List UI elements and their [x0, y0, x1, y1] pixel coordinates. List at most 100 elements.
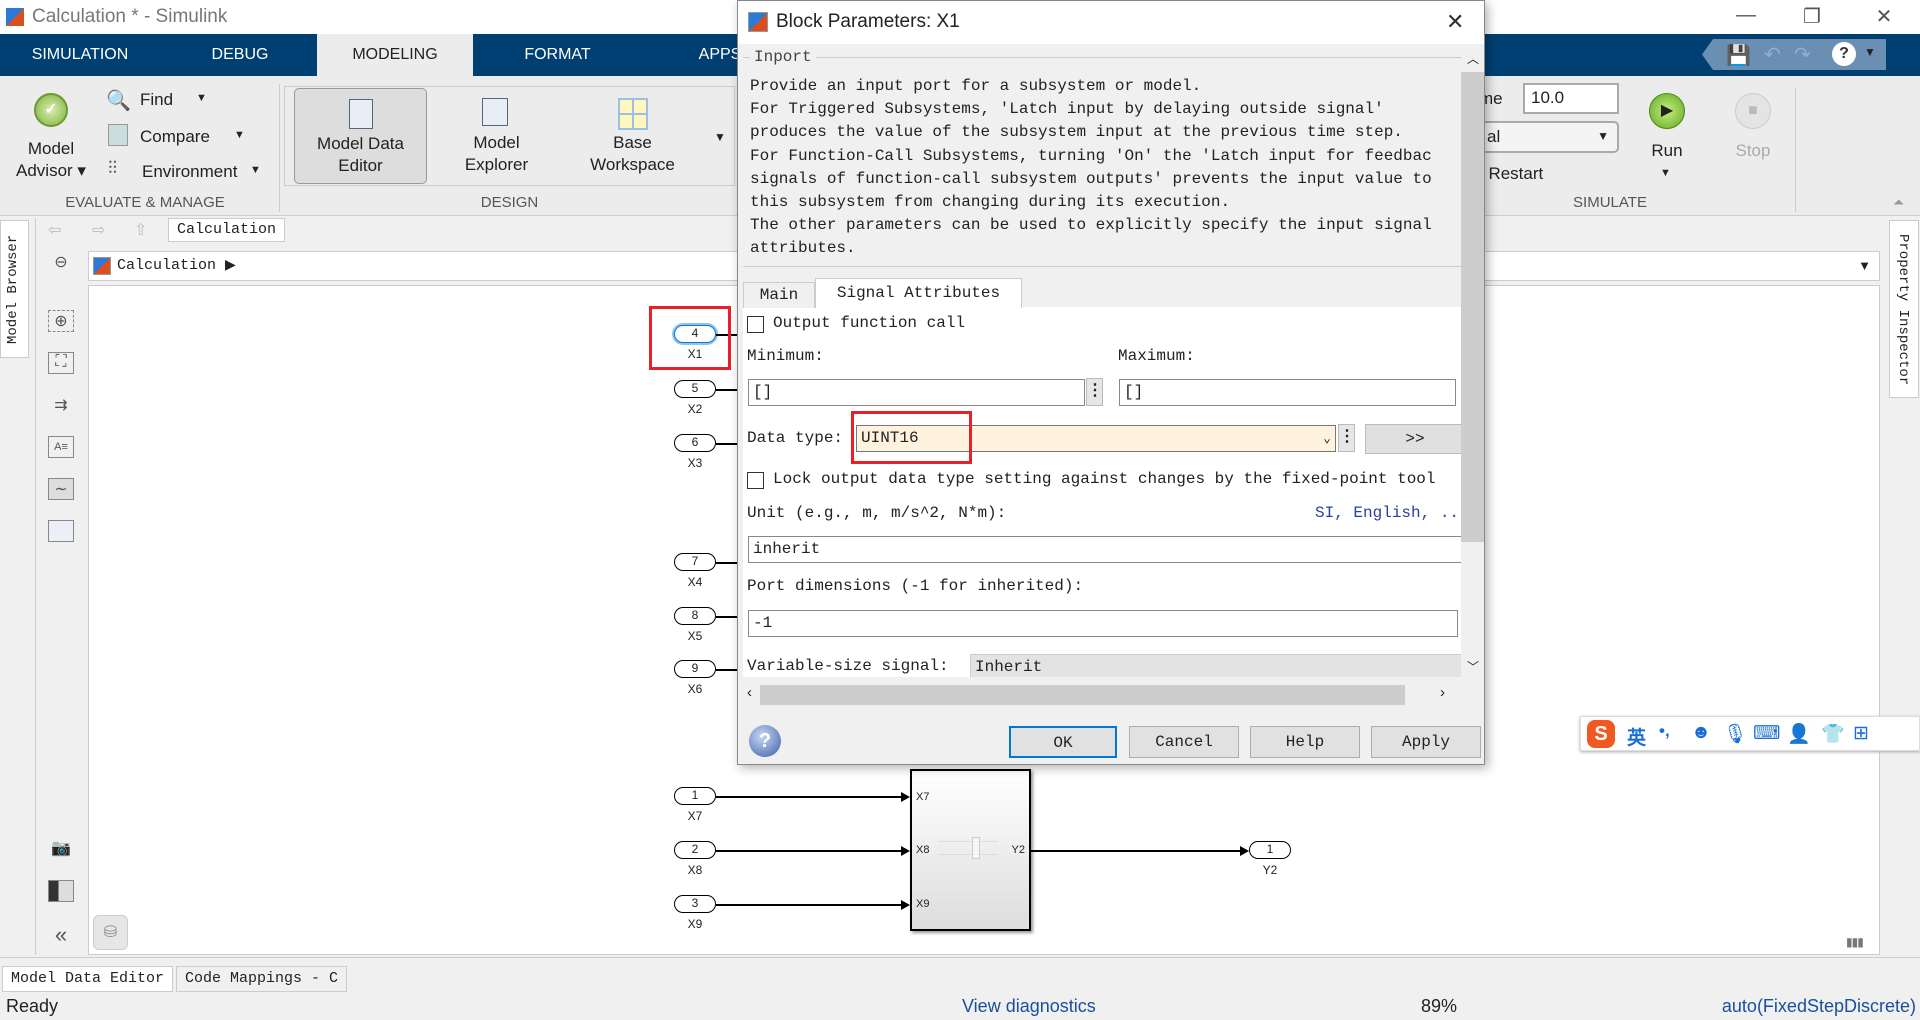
vertical-scrollbar-thumb[interactable] — [1461, 72, 1484, 542]
tab-code-mappings[interactable]: Code Mappings - C — [176, 966, 348, 992]
outport-y2[interactable]: 1 — [1249, 841, 1291, 859]
show-data-type-assistant-button[interactable]: >> — [1365, 424, 1461, 454]
collapse-ribbon-icon[interactable]: ⏶ — [1893, 194, 1904, 211]
tab-main[interactable]: Main — [743, 282, 815, 308]
tab-simulation[interactable]: SIMULATION — [20, 34, 140, 76]
subsystem-block[interactable]: X7 X8 X9 Y2 — [910, 769, 1031, 931]
help-icon[interactable]: ? — [1832, 42, 1856, 66]
environment-button[interactable]: Environment — [142, 161, 237, 183]
chevron-down-icon[interactable]: ▼ — [1864, 45, 1876, 59]
stop-button[interactable]: Stop — [1728, 140, 1778, 162]
model-tab-calculation[interactable]: Calculation — [168, 218, 286, 242]
apply-button[interactable]: Apply — [1371, 726, 1481, 758]
tab-debug[interactable]: DEBUG — [200, 34, 280, 76]
collapse-toolbar-icon[interactable]: « — [48, 922, 74, 947]
inport-x5[interactable]: 8 — [674, 607, 716, 625]
find-button[interactable]: Find — [140, 89, 173, 111]
close-button[interactable]: ✕ — [1864, 4, 1904, 29]
base-workspace-button[interactable]: Base Workspace — [566, 88, 699, 184]
route-lines-icon[interactable]: ⇉ — [48, 395, 74, 417]
vertical-scrollbar[interactable]: ︿ ﹀ — [1461, 48, 1484, 678]
tab-format[interactable]: FORMAT — [510, 34, 605, 76]
chevron-down-icon[interactable]: ▼ — [250, 164, 261, 176]
breadcrumb-calculation[interactable]: Calculation — [117, 257, 216, 274]
inport-x9[interactable]: 3 — [674, 895, 716, 913]
tab-modeling[interactable]: MODELING — [317, 34, 473, 76]
inport-x2[interactable]: 5 — [674, 380, 716, 398]
model-advisor-button[interactable]: Model Advisor ▾ — [10, 138, 92, 182]
emoji-icon[interactable]: ☻ — [1691, 722, 1711, 744]
model-advisor-icon[interactable]: ✓ — [34, 93, 68, 127]
scroll-right-icon[interactable]: › — [1440, 684, 1445, 701]
scroll-left-icon[interactable]: ‹ — [747, 684, 752, 701]
up-icon[interactable]: ⇧ — [134, 220, 147, 240]
ok-button[interactable]: OK — [1009, 726, 1117, 758]
chevron-down-icon[interactable]: ▼ — [196, 92, 207, 104]
tab-model-data-editor[interactable]: Model Data Editor — [2, 966, 174, 992]
property-inspector-tab[interactable]: Property Inspector — [1889, 220, 1919, 398]
fit-to-view-icon[interactable]: ⛶ — [48, 352, 74, 374]
back-icon[interactable]: ⇦ — [48, 220, 61, 240]
variable-size-dropdown[interactable]: Inherit — [970, 654, 1461, 677]
run-button[interactable]: Run — [1649, 140, 1685, 162]
zoom-in-icon[interactable]: ⊕ — [48, 310, 74, 332]
inport-x3[interactable]: 6 — [674, 434, 716, 452]
signal-line[interactable] — [716, 850, 901, 852]
tab-signal-attributes[interactable]: Signal Attributes — [815, 278, 1022, 308]
data-type-menu-button[interactable]: ⋮ — [1338, 424, 1355, 452]
microphone-icon[interactable]: 🎙 — [1723, 722, 1747, 746]
minimum-menu-button[interactable]: ⋮ — [1086, 378, 1103, 406]
signal-line[interactable] — [716, 796, 901, 798]
port-dimensions-input[interactable]: -1 — [748, 610, 1458, 637]
maximize-button[interactable]: ❐ — [1792, 4, 1832, 29]
horizontal-scrollbar[interactable]: ‹ › — [743, 681, 1461, 707]
inport-x8[interactable]: 2 — [674, 841, 716, 859]
maximum-input[interactable]: [] — [1119, 379, 1456, 406]
ime-punctuation-toggle[interactable]: •, — [1659, 721, 1670, 741]
horizontal-scrollbar-thumb[interactable] — [760, 685, 1405, 705]
sogou-logo-icon[interactable]: S — [1587, 720, 1615, 748]
model-browser-tab[interactable]: Model Browser — [0, 220, 29, 358]
toolbox-icon[interactable]: ⊞ — [1853, 722, 1869, 745]
skin-icon[interactable]: 👕 — [1821, 722, 1845, 746]
keyboard-icon[interactable]: ⌨ — [1753, 722, 1780, 745]
help-icon[interactable]: ? — [749, 725, 781, 757]
forward-icon[interactable]: ⇨ — [92, 220, 105, 240]
redo-icon[interactable]: ↷ — [1794, 42, 1811, 67]
inport-x4[interactable]: 7 — [674, 553, 716, 571]
minimum-input[interactable]: [] — [748, 379, 1085, 406]
lock-data-type-checkbox[interactable] — [747, 472, 764, 489]
unit-input[interactable]: inherit — [748, 536, 1461, 563]
cancel-button[interactable]: Cancel — [1129, 726, 1239, 758]
user-icon[interactable]: 👤 — [1787, 722, 1811, 746]
help-button[interactable]: Help — [1250, 726, 1360, 758]
camera-icon[interactable]: 📷 — [48, 838, 74, 860]
compare-button[interactable]: Compare — [140, 126, 210, 148]
signal-line[interactable] — [1031, 850, 1240, 852]
resize-grip-icon[interactable]: ▮▮▮ — [1846, 935, 1864, 949]
area-icon[interactable] — [48, 520, 74, 542]
simulation-mode-dropdown[interactable]: al ▼ — [1465, 121, 1619, 153]
hide-browser-icon[interactable]: ⊖ — [48, 252, 74, 274]
model-data-editor-button[interactable]: Model Data Editor — [294, 88, 427, 184]
solver-link[interactable]: auto(FixedStepDiscrete) — [1722, 996, 1916, 1017]
fast-restart-toggle[interactable]: t Restart — [1479, 163, 1543, 185]
view-diagnostics-link[interactable]: View diagnostics — [962, 996, 1096, 1017]
chevron-down-icon[interactable]: ▼ — [1660, 167, 1671, 179]
unit-system-link[interactable]: SI, English, ... — [1315, 504, 1461, 522]
dialog-close-button[interactable]: ✕ — [1446, 9, 1464, 35]
annotation-icon[interactable]: A≡ — [48, 436, 74, 458]
run-icon[interactable]: ▶ — [1649, 93, 1685, 129]
save-icon[interactable]: 💾 — [1726, 43, 1751, 68]
minimize-button[interactable]: — — [1726, 4, 1766, 27]
stop-time-input[interactable]: 10.0 — [1523, 83, 1619, 114]
inport-x6[interactable]: 9 — [674, 660, 716, 678]
chevron-down-icon[interactable]: ▼ — [1858, 258, 1871, 273]
signal-line[interactable] — [716, 904, 901, 906]
inport-x7[interactable]: 1 — [674, 787, 716, 805]
scroll-down-icon[interactable]: ﹀ — [1467, 658, 1479, 675]
scroll-up-icon[interactable]: ︿ — [1467, 50, 1479, 67]
ime-language-toggle[interactable]: 英 — [1627, 723, 1646, 750]
output-function-call-checkbox[interactable] — [747, 316, 764, 333]
data-store-icon[interactable]: ⛁ — [93, 915, 128, 950]
